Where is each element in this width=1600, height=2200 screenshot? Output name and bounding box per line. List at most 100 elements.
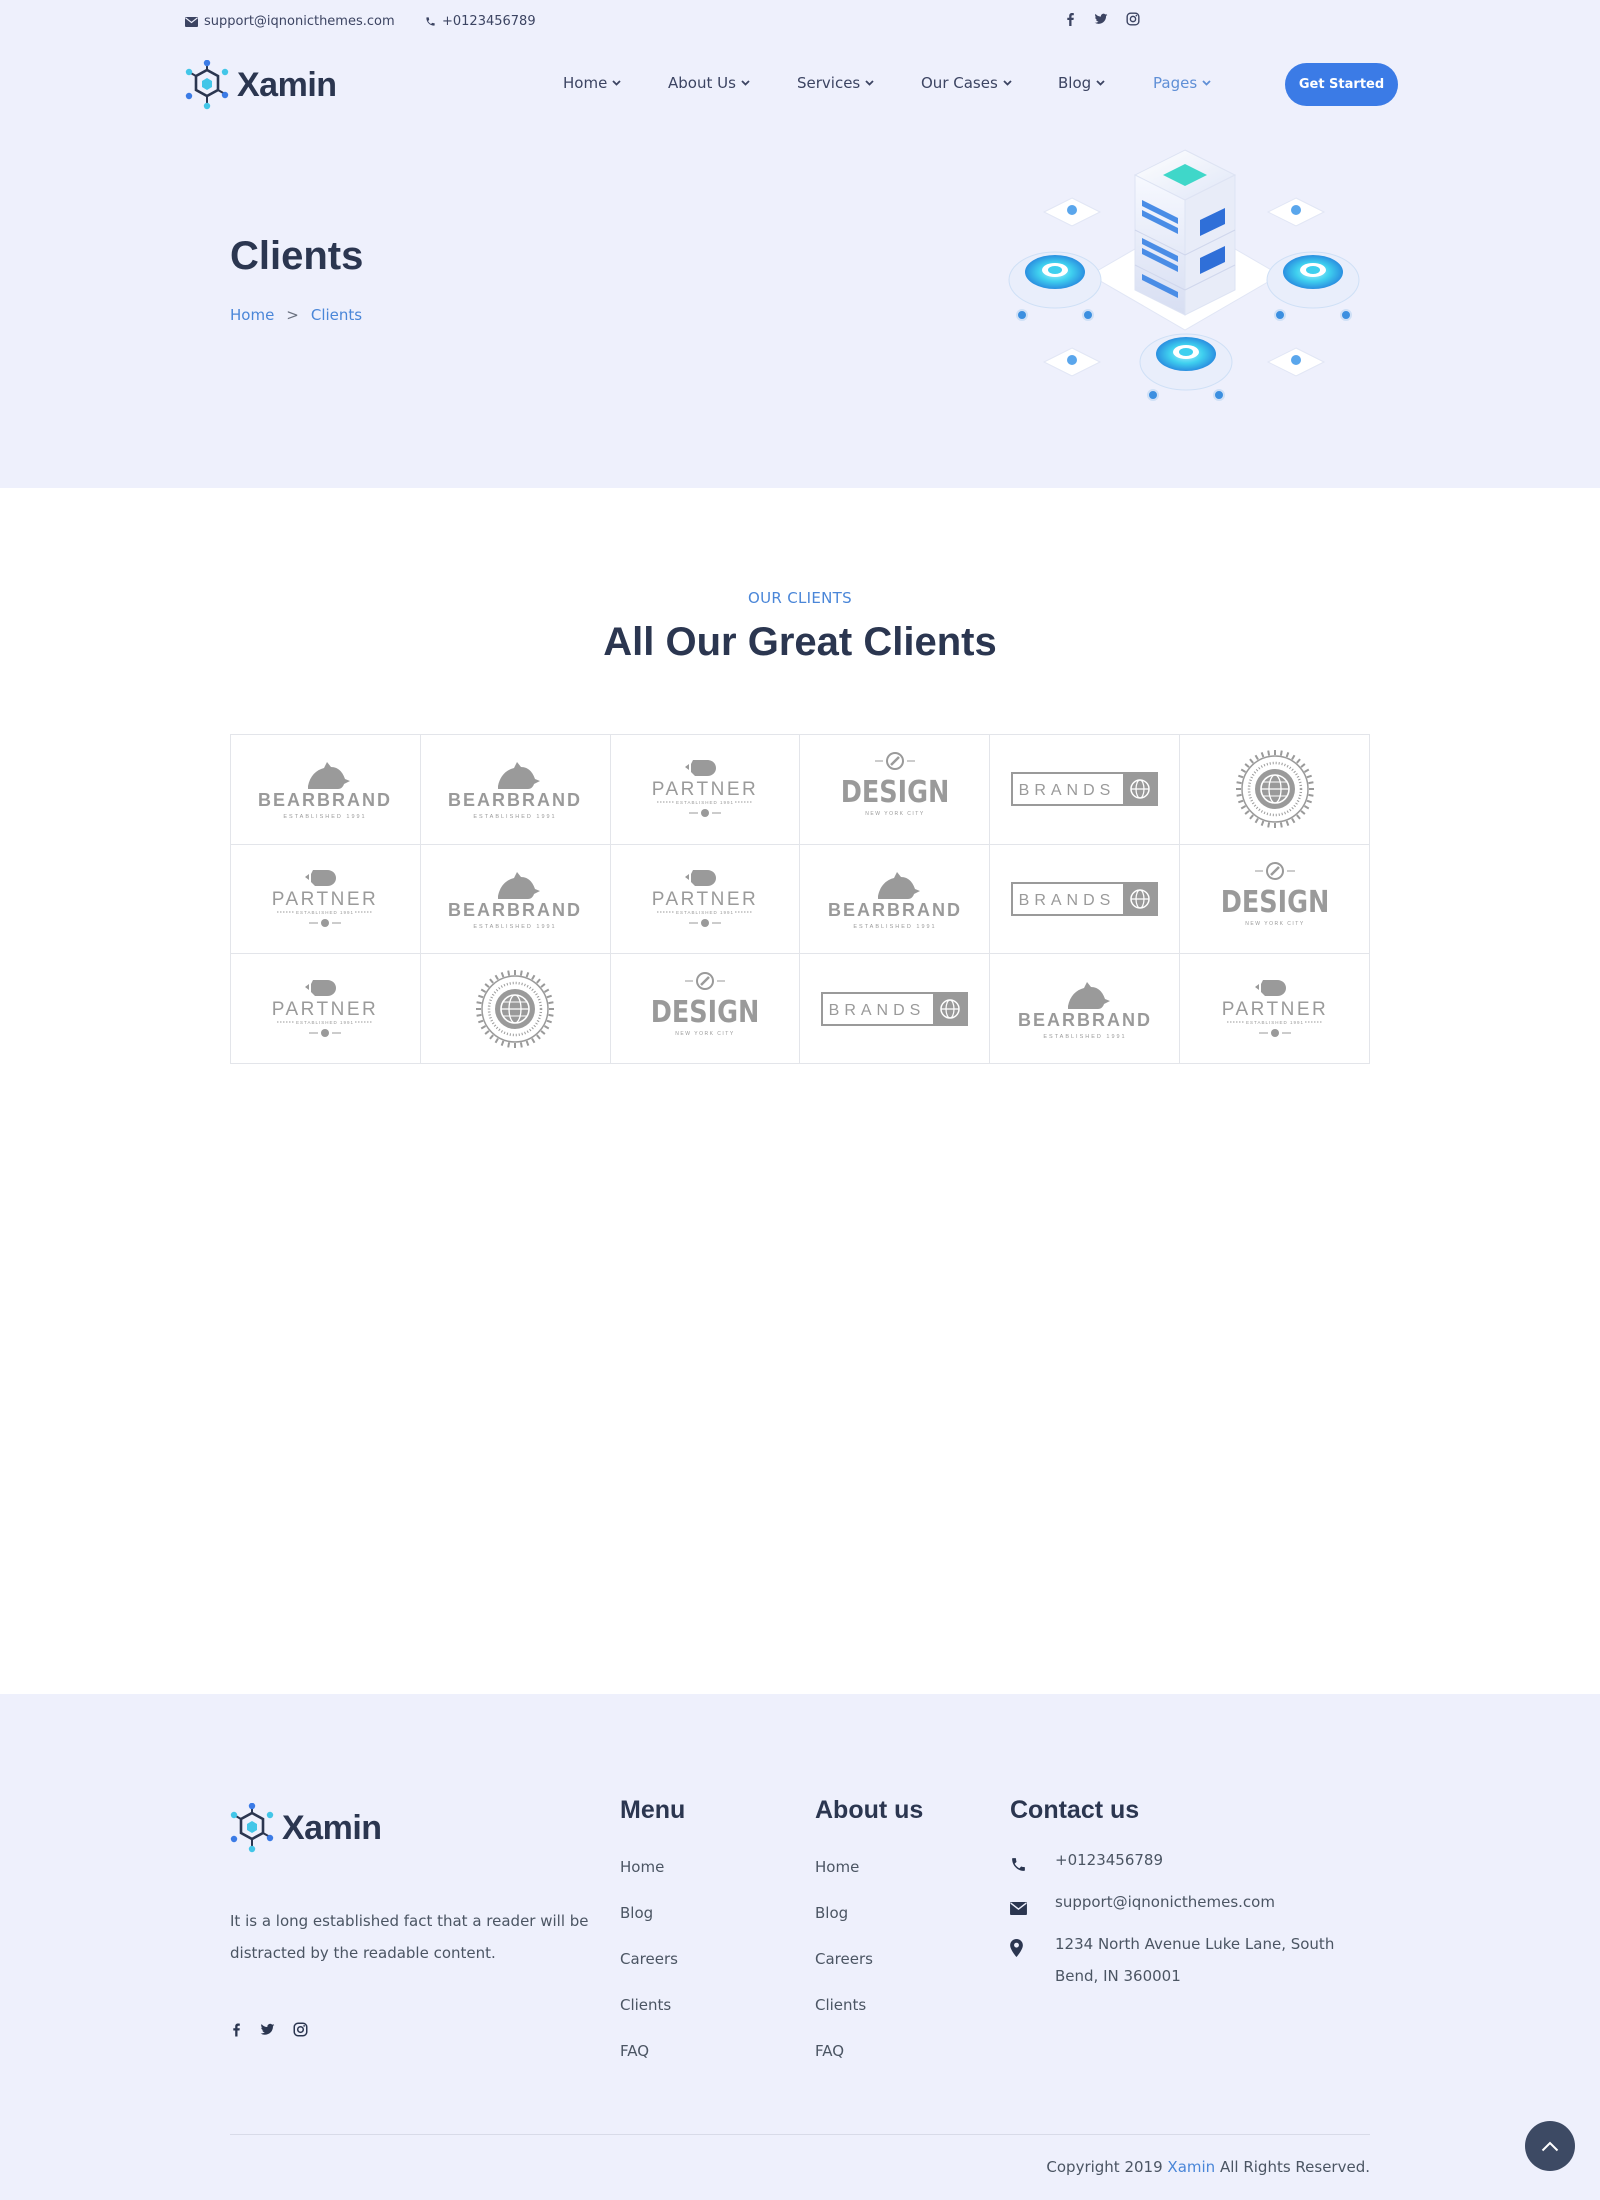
globe-seal-logo bbox=[476, 969, 555, 1048]
chevron-down-icon bbox=[1096, 80, 1105, 86]
section-title: All Our Great Clients bbox=[603, 620, 997, 664]
top-bar: support@iqnonicthemes.com +0123456789 bbox=[0, 0, 1600, 44]
nav-item-home[interactable]: Home bbox=[563, 74, 621, 92]
bearbrand-logo: BEARBRAND ESTABLISHED 1991 bbox=[828, 871, 960, 930]
copyright-prefix: Copyright 2019 bbox=[1046, 2158, 1163, 2176]
footer-menu-link-faq[interactable]: FAQ bbox=[620, 2042, 649, 2060]
instagram-icon[interactable] bbox=[293, 2022, 308, 2037]
footer-menu-link-home[interactable]: Home bbox=[620, 1858, 664, 1876]
header-logo[interactable]: Xamin bbox=[185, 60, 337, 110]
client-logo-cell: PARTNER ESTABLISHED 1991 bbox=[610, 735, 801, 845]
copyright-brand-link[interactable]: Xamin bbox=[1167, 2158, 1215, 2176]
client-logo-cell: BEARBRAND ESTABLISHED 1991 bbox=[420, 735, 611, 845]
footer-email-text[interactable]: support@iqnonicthemes.com bbox=[1055, 1886, 1275, 1926]
nav-item-blog[interactable]: Blog bbox=[1058, 74, 1105, 92]
design-logo: DESIGNNEW YORK CITY bbox=[841, 752, 950, 817]
client-logo-cell bbox=[420, 954, 611, 1064]
footer-contact-heading: Contact us bbox=[1010, 1796, 1140, 1824]
logo-tagline: ESTABLISHED 1991 bbox=[676, 800, 734, 805]
logo-wordmark: BRANDS bbox=[1018, 892, 1115, 909]
nav-item-label: Pages bbox=[1153, 74, 1198, 92]
footer-about-link-clients[interactable]: Clients bbox=[815, 1996, 866, 2014]
design-logo: DESIGNNEW YORK CITY bbox=[1220, 861, 1329, 927]
footer-contact-phone: +0123456789 bbox=[1010, 1844, 1380, 1884]
copyright: Copyright 2019 Xamin All Rights Reserved… bbox=[1046, 2158, 1370, 2176]
twitter-icon[interactable] bbox=[1094, 12, 1108, 26]
nav-item-label: Home bbox=[563, 74, 608, 92]
logo-wordmark: DESIGN bbox=[651, 994, 760, 1030]
back-to-top-button[interactable] bbox=[1525, 2121, 1575, 2171]
footer-menu-link-clients[interactable]: Clients bbox=[620, 1996, 671, 2014]
client-logo-cell: PARTNER ESTABLISHED 1991 bbox=[1180, 954, 1370, 1064]
partner-logo: PARTNERESTABLISHED 1991 bbox=[272, 979, 376, 1037]
logo-wordmark: DESIGN bbox=[1220, 884, 1329, 920]
footer-divider bbox=[230, 2134, 1370, 2135]
bearbrand-logo: BEARBRAND ESTABLISHED 1991 bbox=[1018, 981, 1150, 1040]
client-logo-cell: BEARBRAND ESTABLISHED 1991 bbox=[420, 844, 611, 955]
phone-icon bbox=[426, 17, 435, 26]
footer-address-text: 1234 North Avenue Luke Lane, South Bend,… bbox=[1055, 1935, 1335, 1985]
nav-item-about-us[interactable]: About Us bbox=[668, 74, 750, 92]
logo-tagline: NEW YORK CITY bbox=[675, 1031, 734, 1037]
footer-social bbox=[230, 2022, 308, 2037]
nav-item-our-cases[interactable]: Our Cases bbox=[921, 74, 1012, 92]
footer-menu-link-blog[interactable]: Blog bbox=[620, 1904, 653, 1922]
footer-about-link-faq[interactable]: FAQ bbox=[815, 2042, 844, 2060]
facebook-icon[interactable] bbox=[230, 2022, 242, 2037]
globe-seal-logo bbox=[1235, 750, 1314, 829]
footer-menu-heading: Menu bbox=[620, 1796, 686, 1824]
logo-wordmark: PARTNER bbox=[652, 779, 759, 800]
footer-about-link-careers[interactable]: Careers bbox=[815, 1950, 873, 1968]
bearbrand-logo: BEARBRAND ESTABLISHED 1991 bbox=[448, 762, 582, 820]
topbar-phone[interactable]: +0123456789 bbox=[425, 14, 536, 29]
instagram-icon[interactable] bbox=[1126, 12, 1140, 26]
footer-menu-link-careers[interactable]: Careers bbox=[620, 1950, 678, 1968]
nav-item-pages[interactable]: Pages bbox=[1153, 74, 1211, 92]
client-logo-cell: PARTNER ESTABLISHED 1991 bbox=[610, 844, 801, 955]
breadcrumb-current: Clients bbox=[310, 306, 363, 324]
logo-tagline: ESTABLISHED 1991 bbox=[1246, 1020, 1304, 1025]
logo-tagline: ESTABLISHED 1991 bbox=[284, 814, 367, 820]
chevron-up-icon bbox=[1541, 2141, 1559, 2151]
nav-item-label: Blog bbox=[1058, 74, 1092, 92]
section-subtitle: OUR CLIENTS bbox=[748, 589, 852, 607]
footer-phone-text[interactable]: +0123456789 bbox=[1055, 1844, 1163, 1884]
logo-wordmark: PARTNER bbox=[652, 889, 759, 910]
partner-logo: PARTNERESTABLISHED 1991 bbox=[1221, 979, 1325, 1037]
chevron-down-icon bbox=[1003, 80, 1012, 86]
logo-tagline: ESTABLISHED 1991 bbox=[296, 1020, 354, 1025]
twitter-icon[interactable] bbox=[260, 2022, 275, 2037]
isometric-server-illustration bbox=[1008, 149, 1360, 401]
phone-icon bbox=[1012, 1858, 1025, 1871]
logo-tagline: NEW YORK CITY bbox=[1245, 921, 1304, 927]
client-logo-cell: BEARBRAND ESTABLISHED 1991 bbox=[231, 735, 421, 845]
bearbrand-logo: BEARBRAND ESTABLISHED 1991 bbox=[448, 871, 580, 930]
client-logo-cell: BRANDS bbox=[990, 735, 1181, 845]
logo-wordmark: DESIGN bbox=[841, 774, 950, 810]
logo-tagline: NEW YORK CITY bbox=[865, 811, 924, 817]
envelope-icon bbox=[1010, 1902, 1027, 1915]
chevron-down-icon bbox=[865, 80, 874, 86]
chevron-down-icon bbox=[741, 80, 750, 86]
logo-tagline: ESTABLISHED 1991 bbox=[474, 924, 557, 930]
chevron-down-icon bbox=[612, 80, 621, 86]
logo-wordmark: BRANDS bbox=[1018, 782, 1115, 799]
facebook-icon[interactable] bbox=[1064, 12, 1076, 26]
get-started-button[interactable]: Get Started bbox=[1285, 63, 1398, 106]
nav-item-services[interactable]: Services bbox=[797, 74, 874, 92]
logo-wordmark: BEARBRAND bbox=[448, 790, 582, 810]
topbar-phone-text: +0123456789 bbox=[442, 14, 536, 29]
topbar-email[interactable]: support@iqnonicthemes.com bbox=[185, 14, 395, 29]
client-logo-grid: BEARBRAND ESTABLISHED 1991 BEARBRAND ESTABL… bbox=[230, 734, 1370, 1064]
page-title: Clients bbox=[230, 234, 364, 278]
footer-logo[interactable]: Xamin bbox=[230, 1803, 382, 1853]
client-logo-cell: PARTNER ESTABLISHED 1991 bbox=[231, 954, 421, 1064]
footer-about-link-blog[interactable]: Blog bbox=[815, 1904, 848, 1922]
logo-tagline: ESTABLISHED 1991 bbox=[1043, 1034, 1126, 1040]
chevron-down-icon bbox=[1202, 80, 1211, 86]
client-logo-cell: PARTNER ESTABLISHED 1991 bbox=[231, 844, 421, 955]
client-logo-cell: BEARBRAND ESTABLISHED 1991 bbox=[800, 844, 991, 955]
breadcrumb-home[interactable]: Home bbox=[230, 306, 274, 324]
bearbrand-logo: BEARBRAND ESTABLISHED 1991 bbox=[258, 762, 390, 820]
footer-about-link-home[interactable]: Home bbox=[815, 1858, 859, 1876]
